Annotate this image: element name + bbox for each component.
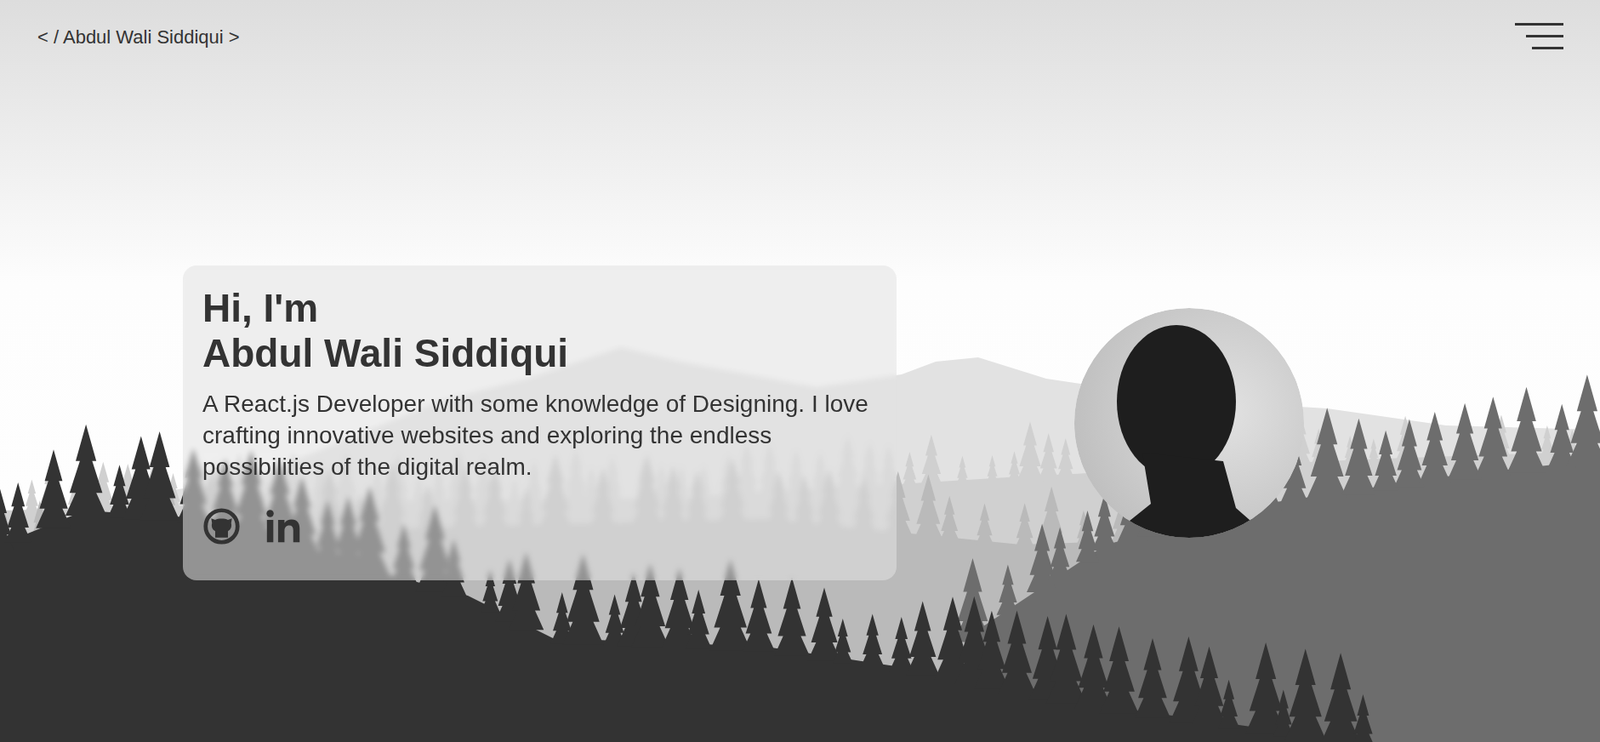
tree	[1341, 418, 1376, 496]
tree	[973, 610, 1009, 689]
tree	[974, 503, 995, 547]
tree	[1047, 526, 1072, 581]
tree	[4, 482, 32, 543]
logo[interactable]: < / Abdul Wali Siddiqui >	[37, 26, 240, 49]
linkedin-icon[interactable]	[264, 506, 303, 546]
tree	[1372, 430, 1400, 491]
tree	[996, 564, 1020, 615]
tree	[35, 449, 72, 529]
tree	[742, 578, 775, 651]
tree	[985, 455, 999, 484]
github-icon[interactable]	[202, 506, 241, 546]
tree	[1539, 425, 1555, 458]
header: < / Abdul Wali Siddiqui >	[0, 0, 1600, 75]
tree	[1418, 411, 1452, 484]
tree	[1474, 396, 1511, 477]
tree	[1013, 502, 1036, 550]
menu-icon[interactable]	[1514, 22, 1564, 52]
hero-title: Hi, I'm Abdul Wali Siddiqui	[202, 285, 877, 377]
tree	[1306, 407, 1349, 500]
intro-card: Hi, I'm Abdul Wali Siddiqui A React.js D…	[182, 265, 897, 581]
profile-photo	[1074, 307, 1304, 538]
tree	[913, 474, 944, 541]
tree	[859, 613, 885, 668]
tree	[1285, 648, 1327, 740]
tree	[888, 616, 914, 672]
tree	[1046, 614, 1087, 704]
tree	[832, 618, 854, 664]
tree	[1218, 679, 1241, 729]
tree	[1447, 403, 1482, 480]
sky	[0, 0, 1600, 742]
tree	[1056, 438, 1076, 479]
tree	[1016, 421, 1043, 482]
tree	[1394, 419, 1425, 488]
tree	[1037, 432, 1060, 480]
tree	[919, 434, 944, 488]
tree	[1134, 637, 1171, 718]
tree	[65, 424, 107, 516]
tree	[1351, 694, 1376, 742]
tree	[1367, 438, 1380, 464]
hero-section: Hi, I'm Abdul Wali Siddiqui A React.js D…	[0, 74, 1600, 742]
home-page: < / Abdul Wali Siddiqui > Hi, I'm Abdul …	[0, 0, 1600, 742]
tree	[998, 610, 1037, 695]
tree	[1566, 374, 1600, 467]
tree	[1320, 652, 1361, 742]
tree	[139, 431, 180, 521]
greeting: Hi, I'm	[202, 285, 877, 331]
tree	[1074, 624, 1113, 709]
name: Abdul Wali Siddiqui	[202, 330, 877, 376]
tree	[1026, 523, 1058, 593]
tree	[901, 451, 919, 489]
social-links	[202, 506, 877, 546]
tree	[1099, 626, 1139, 713]
tree	[774, 577, 810, 656]
description: A React.js Developer with some knowledge…	[202, 388, 877, 484]
tree	[905, 601, 940, 676]
tree	[956, 455, 970, 486]
portrait-image	[1074, 307, 1304, 538]
tree	[939, 495, 961, 543]
tree	[1507, 387, 1546, 473]
tree	[685, 589, 712, 650]
